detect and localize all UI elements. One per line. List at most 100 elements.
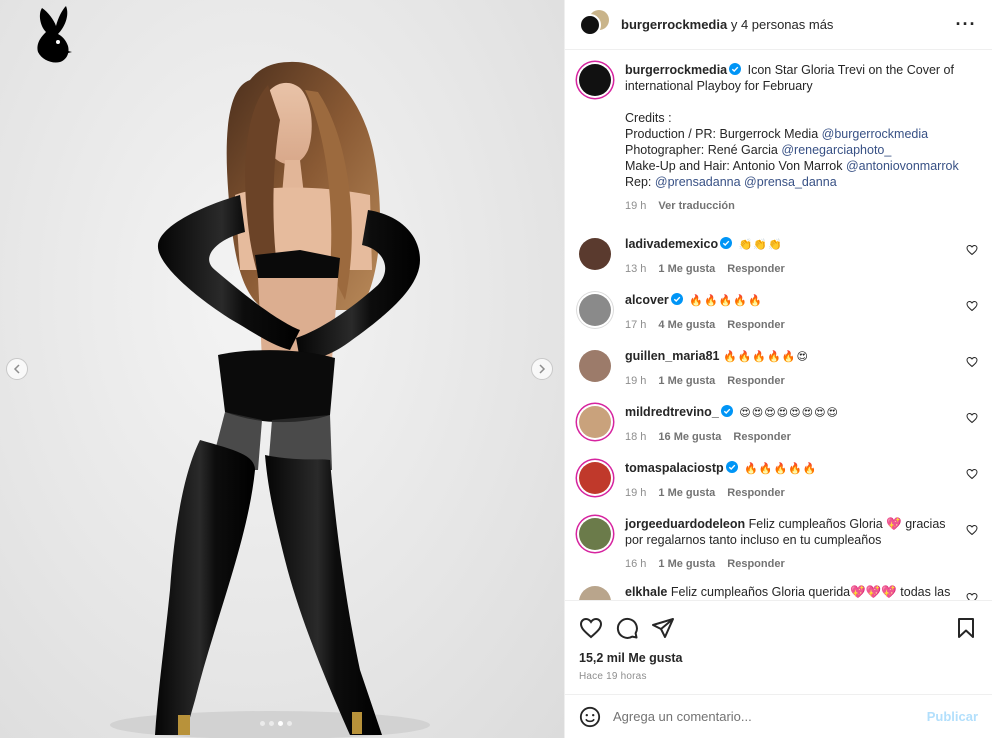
- comment-likes[interactable]: 16 Me gusta: [658, 429, 721, 445]
- comment-likes[interactable]: 1 Me gusta: [658, 556, 715, 572]
- comment-username[interactable]: mildredtrevino_: [625, 405, 719, 419]
- post-header: burgerrockmedia y 4 personas más ···: [565, 0, 992, 50]
- comment-item: elkhale Feliz cumpleaños Gloria querida💖…: [579, 572, 978, 600]
- comment-username[interactable]: ladivademexico: [625, 237, 718, 251]
- comment-likes[interactable]: 1 Me gusta: [658, 261, 715, 277]
- comment-username[interactable]: guillen_maria81: [625, 349, 720, 363]
- reply-button[interactable]: Responder: [727, 485, 784, 501]
- reply-button[interactable]: Responder: [727, 373, 784, 389]
- comment-text: 🔥🔥🔥🔥🔥: [744, 463, 818, 475]
- comment-text: 👏👏👏: [738, 239, 783, 251]
- like-comment-heart-icon[interactable]: [966, 592, 978, 600]
- reply-button[interactable]: Responder: [727, 556, 784, 572]
- verified-badge-icon: [720, 405, 733, 417]
- comments-scroll-area[interactable]: burgerrockmedia Icon Star Gloria Trevi o…: [565, 50, 992, 600]
- like-comment-heart-icon[interactable]: [966, 412, 978, 424]
- see-translation-link[interactable]: Ver traducción: [658, 198, 734, 214]
- comment-meta: 19 h 1 Me gusta Responder: [625, 485, 956, 501]
- mention-link[interactable]: @prensadanna: [655, 175, 741, 189]
- comment-username[interactable]: tomaspalaciostp: [625, 461, 724, 475]
- comment-meta: 16 h 1 Me gusta Responder: [625, 556, 956, 572]
- comment-text: 🔥🔥🔥🔥🔥😍: [722, 351, 809, 363]
- carousel-indicator: [260, 721, 292, 726]
- instagram-post-view: burgerrockmedia y 4 personas más ··· bur…: [0, 0, 992, 738]
- comment-meta: 17 h 4 Me gusta Responder: [625, 317, 956, 333]
- like-comment-heart-icon[interactable]: [966, 244, 978, 256]
- comment-input[interactable]: [613, 709, 927, 724]
- comment-time: 13 h: [625, 263, 647, 275]
- comment-username[interactable]: jorgeeduardodeleon: [625, 517, 745, 531]
- credit-line: Make-Up and Hair: Antonio Von Marrok @an…: [625, 159, 959, 173]
- comment-meta: 19 h 1 Me gusta Responder: [625, 373, 956, 389]
- comment-meta: 18 h 16 Me gusta Responder: [625, 429, 956, 445]
- add-comment-bar: Publicar: [565, 694, 992, 738]
- avatar[interactable]: [579, 238, 611, 270]
- more-horizontal-icon: ···: [955, 14, 977, 34]
- verified-badge-icon: [729, 63, 742, 75]
- avatar[interactable]: [579, 294, 611, 326]
- comment-item: jorgeeduardodeleon Feliz cumpleaños Glor…: [579, 504, 978, 572]
- avatar: [579, 13, 601, 36]
- avatar[interactable]: [579, 586, 611, 600]
- avatar[interactable]: [579, 406, 611, 438]
- comment-username[interactable]: elkhale: [625, 585, 667, 599]
- bookmark-icon[interactable]: [954, 616, 978, 640]
- comment-likes[interactable]: 1 Me gusta: [658, 485, 715, 501]
- author-suffix[interactable]: y 4 personas más: [731, 17, 834, 32]
- like-comment-heart-icon[interactable]: [966, 356, 978, 368]
- comment-meta: 13 h 1 Me gusta Responder: [625, 261, 956, 277]
- share-paper-plane-icon[interactable]: [651, 616, 675, 640]
- avatar[interactable]: [579, 350, 611, 382]
- comment-text: Feliz cumpleaños Gloria querida💖💖💖 todas…: [670, 585, 951, 599]
- carousel-dot: [287, 721, 292, 726]
- like-comment-heart-icon[interactable]: [966, 524, 978, 536]
- likes-count[interactable]: 15,2 mil Me gusta: [579, 651, 978, 665]
- comment-username[interactable]: alcover: [625, 293, 669, 307]
- caption-meta: 19 h Ver traducción: [625, 198, 978, 214]
- carousel-dot: [260, 721, 265, 726]
- carousel-next-button[interactable]: [531, 358, 553, 380]
- more-options-button[interactable]: ···: [954, 14, 978, 35]
- verified-badge-icon: [720, 237, 733, 249]
- comment-item: guillen_maria81 🔥🔥🔥🔥🔥😍 19 h 1 Me gusta R…: [579, 336, 978, 392]
- verified-badge-icon: [670, 293, 683, 305]
- reply-button[interactable]: Responder: [733, 429, 790, 445]
- chevron-left-icon: [13, 364, 20, 374]
- reply-button[interactable]: Responder: [727, 317, 784, 333]
- comment-time: 16 h: [625, 558, 647, 570]
- carousel-prev-button[interactable]: [6, 358, 28, 380]
- comment-item: ladivademexico 👏👏👏 13 h 1 Me gusta Respo…: [579, 224, 978, 280]
- like-comment-heart-icon[interactable]: [966, 300, 978, 312]
- credit-line: Photographer: René Garcia @renegarciapho…: [625, 143, 892, 157]
- mention-link[interactable]: @prensa_danna: [744, 175, 837, 189]
- collab-avatars[interactable]: [579, 9, 609, 40]
- caption-username[interactable]: burgerrockmedia: [625, 63, 727, 77]
- action-icons: [579, 609, 978, 647]
- credits-title: Credits :: [625, 111, 672, 125]
- reply-button[interactable]: Responder: [727, 261, 784, 277]
- author-username[interactable]: burgerrockmedia: [621, 17, 727, 32]
- comment-bubble-icon[interactable]: [615, 616, 639, 640]
- comment-likes[interactable]: 4 Me gusta: [658, 317, 715, 333]
- comment-time: 18 h: [625, 431, 647, 443]
- emoji-smiley-icon[interactable]: [579, 706, 601, 728]
- mention-link[interactable]: @renegarciaphoto_: [781, 143, 891, 157]
- avatar[interactable]: [579, 518, 611, 550]
- avatar[interactable]: [579, 64, 611, 96]
- post-caption: burgerrockmedia Icon Star Gloria Trevi o…: [579, 50, 978, 214]
- like-heart-icon[interactable]: [579, 616, 603, 640]
- photo-figure: [110, 61, 430, 738]
- carousel-dot: [269, 721, 274, 726]
- chevron-right-icon: [539, 364, 546, 374]
- comment-time: 19 h: [625, 375, 647, 387]
- comment-likes[interactable]: 1 Me gusta: [658, 373, 715, 389]
- playboy-bunny-logo: [37, 6, 72, 63]
- post-image[interactable]: [0, 0, 564, 738]
- mention-link[interactable]: @antoniovonmarrok: [846, 159, 959, 173]
- avatar[interactable]: [579, 462, 611, 494]
- like-comment-heart-icon[interactable]: [966, 468, 978, 480]
- post-author[interactable]: burgerrockmedia y 4 personas más: [621, 17, 954, 32]
- publish-button[interactable]: Publicar: [927, 709, 978, 724]
- mention-link[interactable]: @burgerrockmedia: [822, 127, 928, 141]
- comment-text: 🔥🔥🔥🔥🔥: [689, 295, 763, 307]
